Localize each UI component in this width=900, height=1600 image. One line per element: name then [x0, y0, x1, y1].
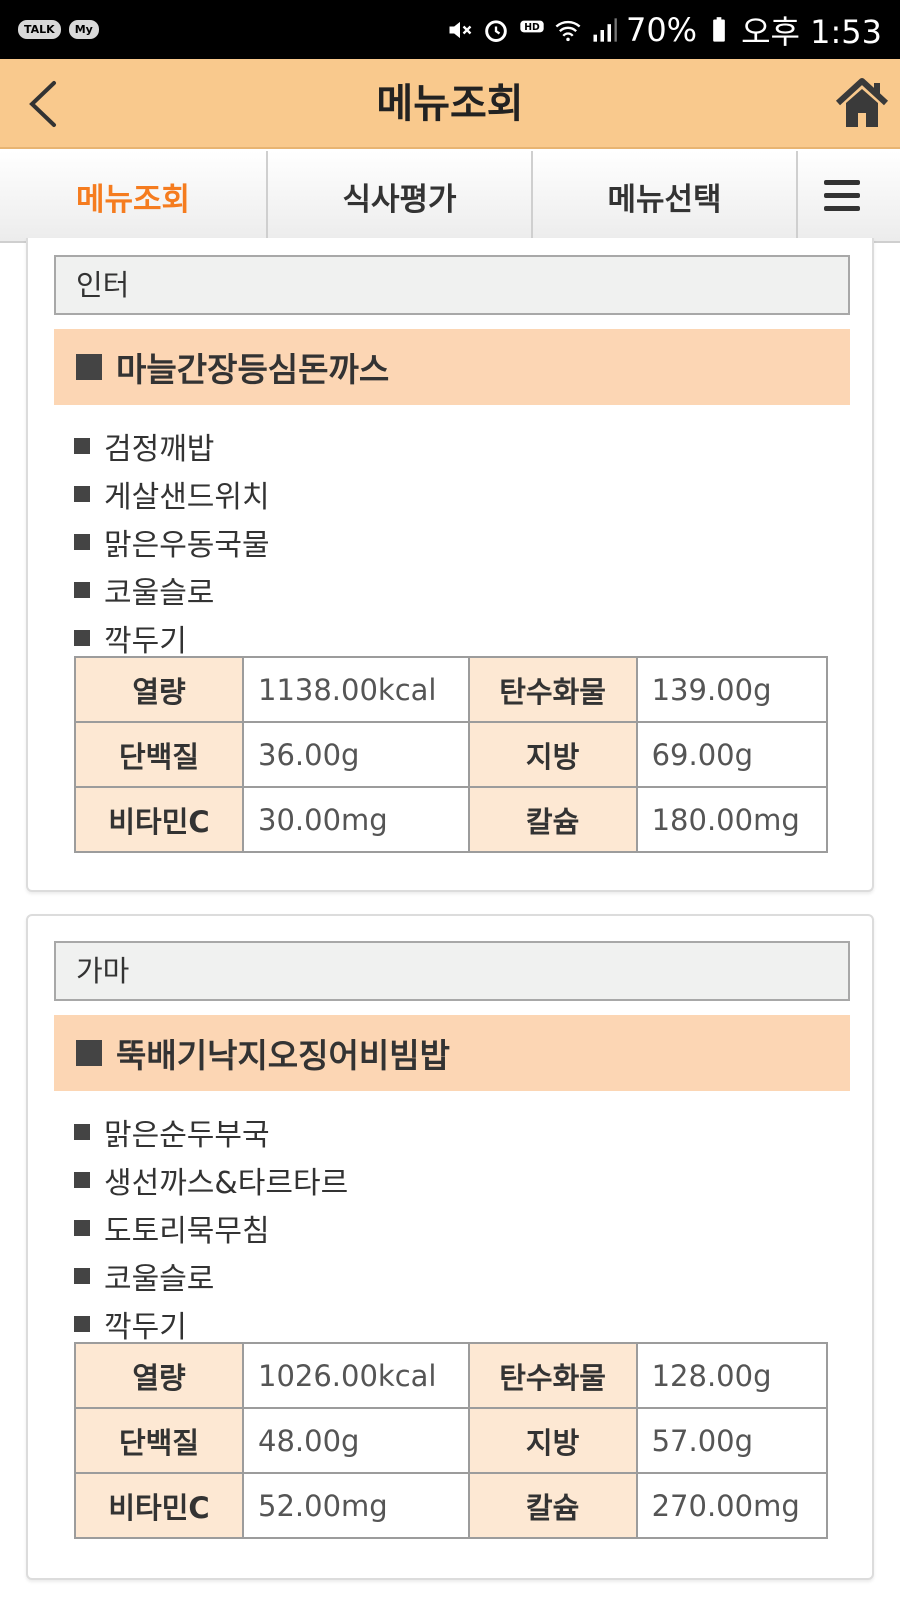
restaurant-location: 가마	[54, 941, 850, 1001]
signal-icon	[593, 17, 617, 42]
bullet-icon	[74, 1220, 90, 1236]
tab-menu-select[interactable]: 메뉴선택	[533, 151, 798, 241]
bullet-icon	[74, 582, 90, 598]
table-row: 단백질 36.00g 지방 69.00g	[74, 721, 829, 788]
bullet-icon	[74, 1172, 90, 1188]
list-item: 코울슬로	[74, 1252, 348, 1300]
table-row: 비타민C 30.00mg 칼슘 180.00mg	[74, 786, 829, 853]
bullet-icon	[74, 438, 90, 454]
main-dish: 뚝배기낙지오징어비빔밥	[54, 1015, 850, 1091]
side-dish-list: 검정깨밥 게살샌드위치 맑은우동국물 코울슬로 깍두기	[74, 422, 270, 662]
kakaotalk-icon: TALK	[18, 20, 61, 39]
bullet-icon	[74, 1268, 90, 1284]
list-item: 게살샌드위치	[74, 470, 270, 518]
bullet-icon	[74, 630, 90, 646]
restaurant-location: 인터	[54, 255, 850, 315]
kt-my-icon: My	[68, 20, 99, 39]
menu-card: 가마 뚝배기낙지오징어비빔밥 맑은순두부국 생선까스&타르타르 도토리묵무침 코…	[26, 914, 874, 1580]
home-button[interactable]	[834, 75, 890, 131]
square-bullet-icon	[76, 354, 102, 380]
bullet-icon	[74, 1124, 90, 1140]
bullet-icon	[74, 1316, 90, 1332]
table-row: 열량 1138.00kcal 탄수화물 139.00g	[74, 656, 829, 723]
bullet-icon	[74, 534, 90, 550]
bullet-icon	[74, 486, 90, 502]
wifi-icon	[555, 20, 581, 41]
tab-bar: 메뉴조회 식사평가 메뉴선택	[0, 151, 900, 243]
main-dish: 마늘간장등심돈까스	[54, 329, 850, 405]
mute-icon	[449, 21, 472, 38]
table-row: 열량 1026.00kcal 탄수화물 128.00g	[74, 1342, 829, 1409]
hamburger-icon	[824, 180, 860, 211]
battery-percent: 70%	[625, 10, 698, 49]
nutrition-table: 열량 1026.00kcal 탄수화물 128.00g 단백질 48.00g 지방 57.0…	[74, 1342, 829, 1539]
table-row: 비타민C 52.00mg 칼슘 270.00mg	[74, 1472, 829, 1539]
page-title: 메뉴조회	[376, 81, 524, 127]
menu-card: 인터 마늘간장등심돈까스 검정깨밥 게살샌드위치 맑은우동국물 코울슬로 깍두기…	[26, 238, 874, 892]
tab-menu-lookup[interactable]: 메뉴조회	[0, 151, 268, 241]
list-item: 맑은우동국물	[74, 518, 270, 566]
table-row: 단백질 48.00g 지방 57.00g	[74, 1407, 829, 1474]
svg-text:HD: HD	[524, 22, 540, 33]
list-item: 깍두기	[74, 614, 270, 662]
side-dish-list: 맑은순두부국 생선까스&타르타르 도토리묵무침 코울슬로 깍두기	[74, 1108, 348, 1348]
list-item: 코울슬로	[74, 566, 270, 614]
list-item: 생선까스&타르타르	[74, 1156, 348, 1204]
nutrition-table: 열량 1138.00kcal 탄수화물 139.00g 단백질 36.00g 지방 69.0…	[74, 656, 829, 853]
tab-meal-rating[interactable]: 식사평가	[268, 151, 533, 241]
header-bar: 메뉴조회	[0, 59, 900, 149]
list-item: 맑은순두부국	[74, 1108, 348, 1156]
clock: 오후 1:53	[741, 12, 882, 51]
alarm-icon	[485, 19, 507, 42]
main-dish-name: 마늘간장등심돈까스	[116, 350, 390, 389]
status-bar: TALK My HD 70% 오후 1:53	[0, 0, 900, 59]
battery-icon	[713, 16, 725, 42]
list-item: 도토리묵무침	[74, 1204, 348, 1252]
main-dish-name: 뚝배기낙지오징어비빔밥	[116, 1036, 450, 1075]
list-item: 깍두기	[74, 1300, 348, 1348]
list-item: 검정깨밥	[74, 422, 270, 470]
hamburger-menu-button[interactable]	[798, 151, 886, 241]
square-bullet-icon	[76, 1040, 102, 1066]
hd-voice-icon: HD	[520, 20, 544, 33]
